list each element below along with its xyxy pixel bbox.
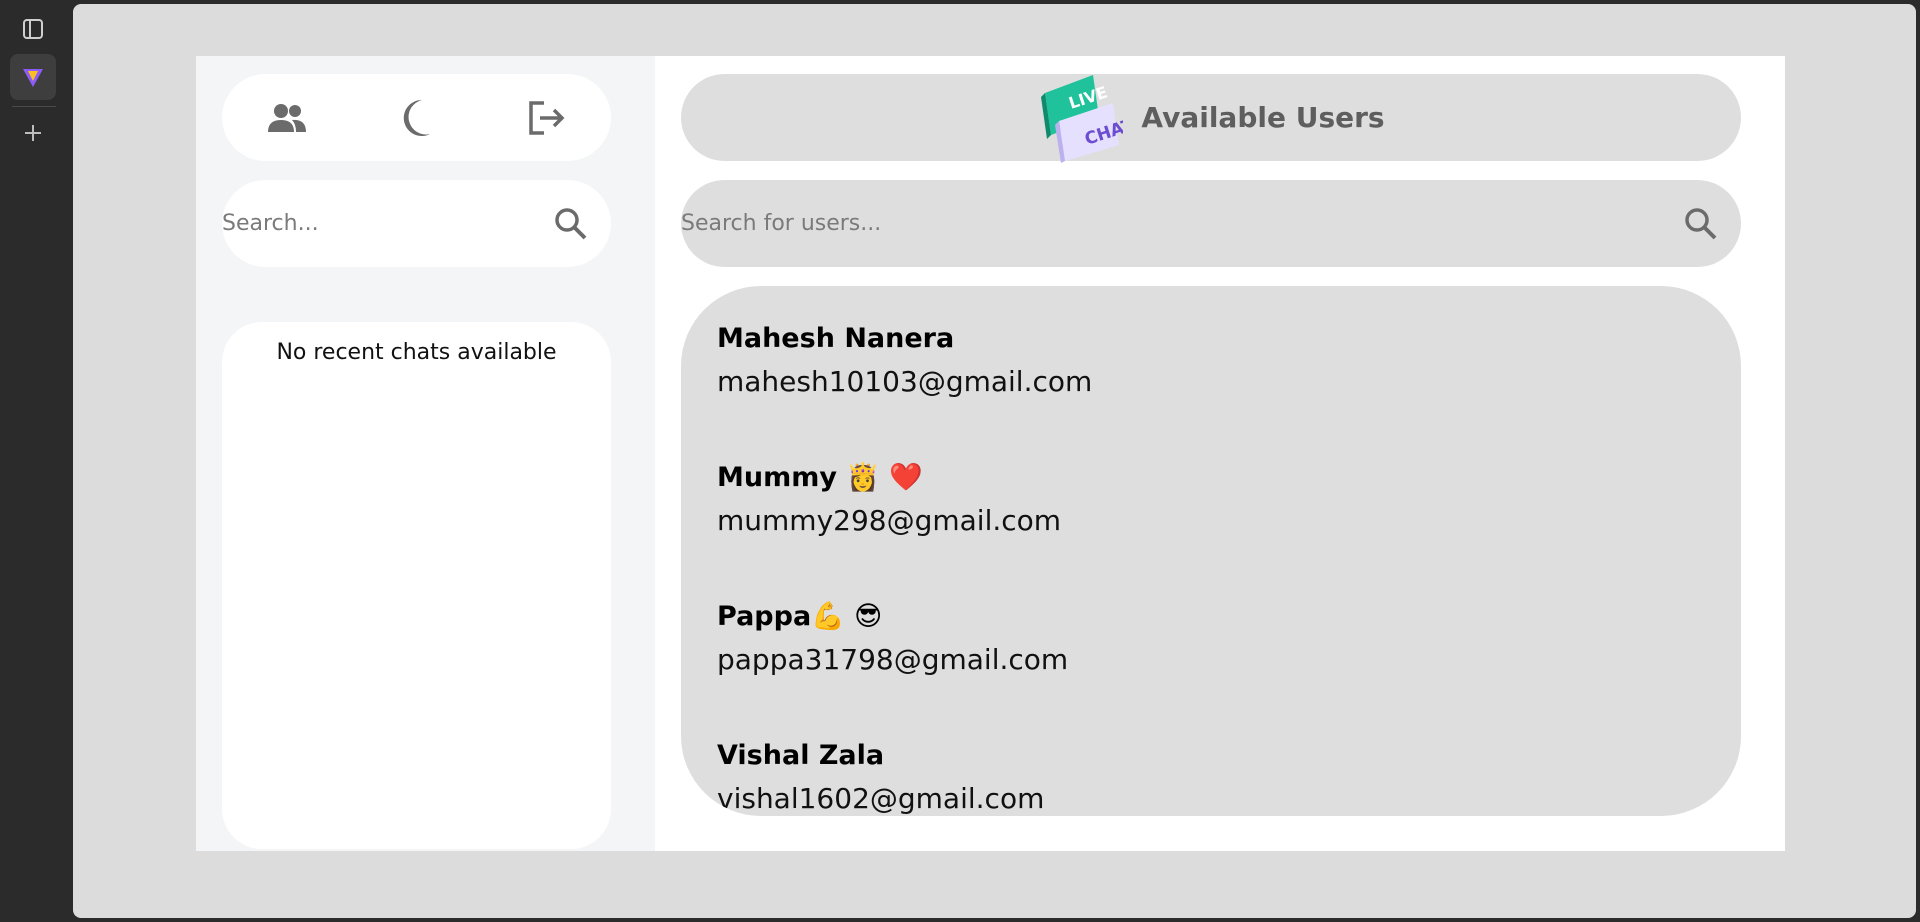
search-icon	[555, 207, 587, 239]
new-tab-button[interactable]	[10, 110, 56, 156]
app-tab-button[interactable]	[10, 54, 56, 100]
user-email: pappa31798@gmail.com	[717, 643, 1069, 676]
logout-button[interactable]	[516, 88, 576, 148]
chat-sidebar: No recent chats available	[196, 56, 655, 851]
chat-search-button[interactable]	[531, 207, 611, 241]
browser-sidebar	[0, 0, 68, 922]
search-icon	[1685, 207, 1717, 239]
strip-divider	[12, 106, 56, 107]
user-item[interactable]: Vishal Zala vishal1602@gmail.com	[717, 739, 1044, 816]
plus-icon	[25, 125, 41, 141]
user-item[interactable]: Pappa💪 😎 pappa31798@gmail.com	[717, 600, 1068, 678]
sidebar-toolbar	[222, 74, 611, 161]
user-name: Vishal Zala	[717, 740, 885, 771]
page-title: Available Users	[1141, 101, 1385, 134]
chat-app: No recent chats available LIVE CHAT Avai…	[196, 56, 1785, 851]
user-name: Mahesh Nanera	[717, 323, 955, 354]
available-users-list: Mahesh Nanera mahesh10103@gmail.com Mumm…	[681, 286, 1741, 816]
app-logo-icon	[23, 69, 43, 87]
live-chat-logo: LIVE CHAT	[1041, 74, 1123, 163]
user-item[interactable]: Mummy 👸 ❤️ mummy298@gmail.com	[717, 461, 1061, 539]
user-search-button[interactable]	[1661, 207, 1741, 241]
users-header: LIVE CHAT Available Users	[681, 74, 1741, 163]
users-button[interactable]	[257, 88, 317, 148]
user-name: Pappa💪 😎	[717, 601, 883, 632]
tabs-panel-button[interactable]	[10, 6, 56, 52]
user-name: Mummy 👸 ❤️	[717, 462, 923, 493]
user-search-bar	[681, 180, 1741, 267]
user-email: mummy298@gmail.com	[717, 504, 1062, 537]
chat-search-bar	[222, 180, 611, 267]
users-icon	[267, 103, 306, 132]
logout-icon	[529, 100, 565, 135]
dark-mode-toggle[interactable]	[386, 88, 446, 148]
empty-chats-message: No recent chats available	[276, 340, 557, 365]
user-item[interactable]: Mahesh Nanera mahesh10103@gmail.com	[717, 322, 1092, 400]
user-email: vishal1602@gmail.com	[717, 782, 1045, 815]
recent-chats-panel: No recent chats available	[222, 322, 611, 849]
user-search-input[interactable]	[681, 211, 1661, 236]
user-email: mahesh10103@gmail.com	[717, 365, 1093, 398]
panel-icon	[23, 19, 43, 39]
users-panel: LIVE CHAT Available Users Mahesh Nanera …	[655, 56, 1785, 851]
chat-search-input[interactable]	[222, 211, 531, 236]
moon-icon	[404, 99, 431, 136]
